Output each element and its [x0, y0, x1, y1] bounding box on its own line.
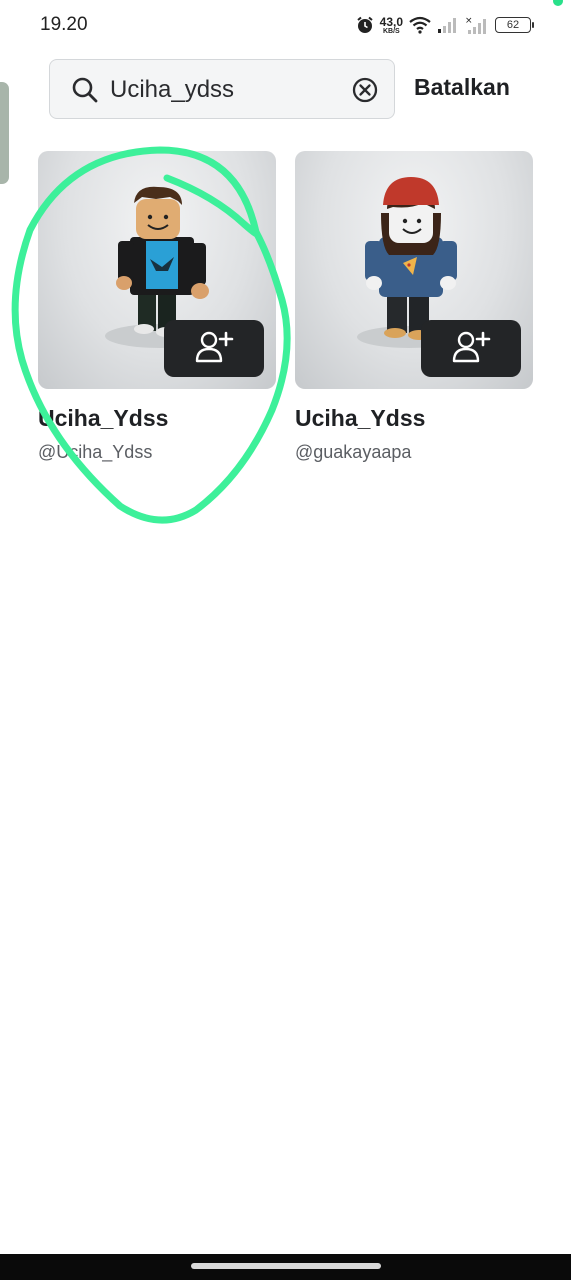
add-friend-button[interactable]: [421, 320, 521, 377]
svg-text:×: ×: [465, 16, 473, 26]
add-friend-icon: [194, 329, 234, 368]
search-input[interactable]: [110, 72, 340, 108]
status-icons: 43,0 KB/S × 62: [356, 12, 534, 38]
avatar-thumbnail[interactable]: [38, 151, 276, 389]
search-bar[interactable]: [49, 59, 395, 119]
clear-icon[interactable]: [352, 77, 378, 108]
signal-icon: [437, 16, 459, 34]
username: @guakayaapa: [295, 442, 412, 462]
network-speed-unit: KB/S: [382, 27, 400, 35]
home-indicator[interactable]: [191, 1263, 381, 1269]
network-speed: 43,0 KB/S: [380, 16, 403, 35]
result-card[interactable]: Uciha_Ydss @Uciha_Ydss: [38, 151, 276, 463]
cancel-button[interactable]: Batalkan: [414, 74, 510, 101]
add-friend-icon: [451, 329, 491, 368]
indicator-dot: [553, 0, 563, 6]
display-name: Uciha_Ydss: [38, 405, 169, 431]
avatar-thumbnail[interactable]: [295, 151, 533, 389]
add-friend-button[interactable]: [164, 320, 264, 377]
navigation-bar: [0, 1254, 571, 1280]
battery-icon: 62: [495, 17, 534, 33]
wifi-icon: [409, 16, 431, 34]
result-card[interactable]: Uciha_Ydss @guakayaapa: [295, 151, 533, 463]
alarm-icon: [356, 16, 374, 34]
status-bar: 19.20 43,0 KB/S × 62: [0, 0, 571, 50]
display-name: Uciha_Ydss: [295, 405, 426, 431]
network-speed-value: 43,0: [379, 14, 403, 29]
signal-no-sim-icon: ×: [465, 15, 489, 35]
username: @Uciha_Ydss: [38, 442, 153, 462]
edge-panel-handle[interactable]: [0, 82, 9, 184]
status-time: 19.20: [40, 14, 88, 35]
search-icon: [71, 76, 99, 109]
